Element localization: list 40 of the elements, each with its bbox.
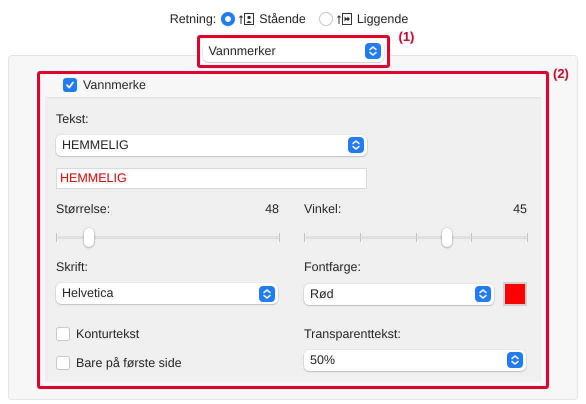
slider-value: 45 (513, 200, 527, 218)
stepper-icon (364, 43, 380, 60)
slider[interactable] (304, 227, 527, 248)
field-label: Tekst: (56, 110, 90, 128)
checkbox[interactable] (56, 356, 70, 370)
slider-value: 48 (265, 200, 279, 218)
slider[interactable] (56, 227, 279, 248)
slider-label: Størrelse: (56, 200, 110, 218)
portrait-icon (239, 13, 256, 26)
field-label: Fontfarge: (304, 259, 362, 276)
orientation-label: Retning: (170, 11, 216, 28)
checkbox-label: Bare på første side (76, 354, 182, 372)
stepper-icon (259, 286, 275, 302)
checkmark-icon (65, 80, 75, 90)
stepper-icon (348, 137, 364, 153)
annotation-number: (1) (398, 28, 414, 46)
popup-button[interactable]: HEMMELIG (56, 134, 367, 156)
field-label: Transparenttekst: (304, 326, 402, 343)
checkbox-label: Konturtekst (76, 326, 140, 343)
slider-thumb[interactable] (84, 228, 94, 248)
popup-button[interactable]: 50% (304, 350, 526, 371)
checkbox[interactable] (63, 78, 77, 92)
stepper-icon (507, 352, 523, 368)
text-field[interactable]: HEMMELIG (56, 168, 367, 188)
landscape-icon (336, 13, 353, 26)
field-label: Skrift: (56, 259, 89, 276)
slider-thumb[interactable] (442, 228, 452, 248)
radio-label: Liggende (356, 11, 408, 28)
slider-label: Vinkel: (304, 200, 342, 218)
radio-button[interactable] (318, 12, 333, 26)
popup-button[interactable]: Rød (304, 284, 494, 304)
annotation-number: (2) (553, 64, 569, 83)
checkbox-label: Vannmerke (83, 76, 146, 94)
radio-label: Stående (259, 11, 306, 28)
stepper-icon (475, 286, 492, 302)
popup-button[interactable]: Helvetica (56, 283, 278, 304)
color-swatch[interactable] (503, 282, 527, 306)
radio-button[interactable] (221, 12, 236, 26)
popup-button[interactable]: Vannmerker (202, 40, 384, 62)
checkbox[interactable] (56, 327, 70, 342)
